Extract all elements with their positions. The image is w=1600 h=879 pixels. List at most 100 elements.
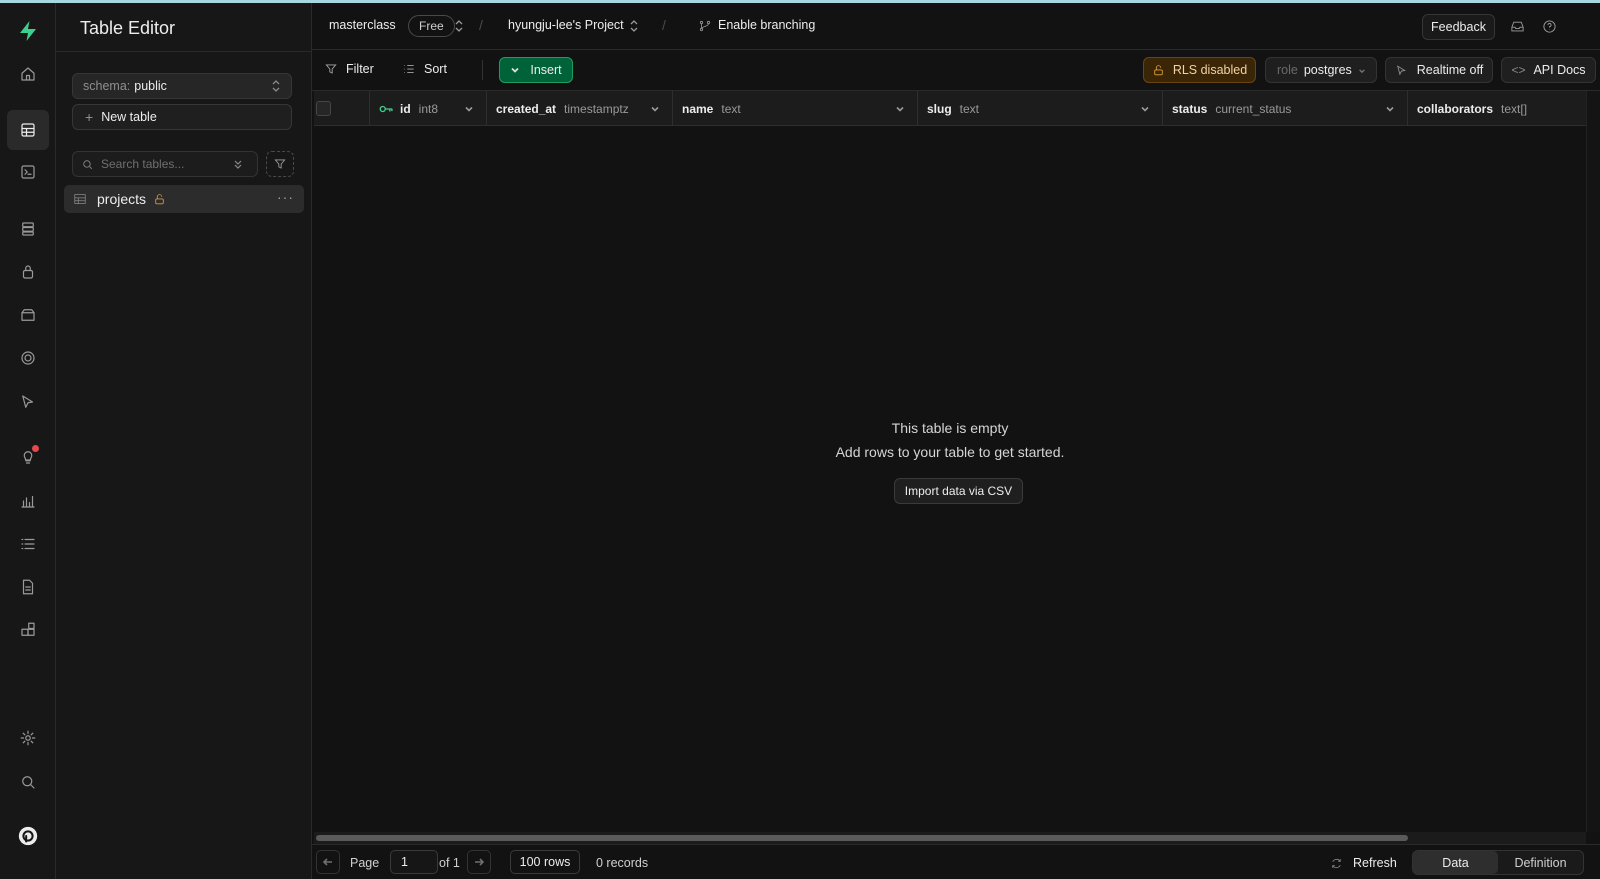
filter-icon [325, 64, 337, 74]
page-total: of 1 [439, 856, 460, 870]
new-table-label: New table [101, 110, 157, 124]
role-value: postgres [1303, 63, 1352, 77]
column-header-slug[interactable]: slug text [918, 91, 1163, 125]
sort-list-icon [404, 65, 414, 73]
import-csv-button[interactable]: Import data via CSV [894, 478, 1023, 504]
select-all-checkbox[interactable] [316, 101, 331, 116]
column-header-created-at[interactable]: created_at timestamptz [487, 91, 673, 125]
top-header: masterclass Free / hyungju-lee's Project… [312, 3, 1600, 50]
column-type: text[] [1501, 101, 1528, 116]
tab-data[interactable]: Data [1413, 851, 1498, 874]
integrations-icon[interactable] [14, 616, 42, 644]
logs-icon[interactable] [14, 530, 42, 558]
vertical-scrollbar[interactable] [1586, 91, 1600, 832]
chevron-down-icon[interactable] [1385, 104, 1395, 114]
help-icon[interactable] [1542, 19, 1557, 34]
next-page-button[interactable] [467, 850, 491, 874]
sort-label: Sort [424, 62, 447, 76]
column-header-collaborators[interactable]: collaborators text[] [1408, 91, 1586, 125]
refresh-button[interactable]: Refresh [1330, 856, 1397, 870]
inbox-icon[interactable] [1510, 19, 1525, 34]
select-all-cell [314, 91, 370, 125]
api-docs-label: API Docs [1533, 63, 1586, 77]
horizontal-scrollbar[interactable] [314, 832, 1586, 844]
unlocked-icon [155, 193, 164, 204]
search-icon [83, 159, 93, 169]
settings-gear-icon[interactable] [14, 724, 42, 752]
chevron-down-icon [511, 67, 519, 73]
role-select[interactable]: role postgres [1265, 57, 1377, 83]
page-number-input[interactable] [390, 850, 438, 874]
primary-key-icon [379, 105, 393, 112]
search-tables-input[interactable]: Search tables... [72, 151, 258, 177]
user-avatar-icon[interactable] [14, 822, 42, 850]
breadcrumb-separator: / [479, 17, 483, 33]
page-title: Table Editor [80, 18, 176, 38]
api-docs-button[interactable]: <> API Docs [1501, 57, 1596, 83]
horizontal-scrollbar-thumb[interactable] [316, 835, 1408, 841]
unlocked-icon [1154, 64, 1163, 75]
breadcrumb-project[interactable]: hyungju-lee's Project [508, 18, 624, 32]
table-icon [74, 193, 86, 205]
sql-editor-icon[interactable] [14, 158, 42, 186]
chevron-down-icon[interactable] [895, 104, 905, 114]
schema-label: schema: [83, 79, 131, 93]
record-count: 0 records [596, 856, 649, 870]
chevron-down-icon[interactable] [464, 104, 474, 114]
column-name: collaborators [1417, 101, 1494, 116]
project-switcher-icon[interactable] [629, 19, 639, 33]
realtime-toggle-button[interactable]: Realtime off [1385, 57, 1493, 83]
chevron-down-icon[interactable] [1140, 104, 1150, 114]
schema-value: public [134, 79, 167, 93]
view-switcher: Data Definition [1412, 850, 1584, 875]
column-header-name[interactable]: name text [673, 91, 918, 125]
sidebar-item-projects[interactable]: projects ··· [64, 185, 304, 213]
database-icon[interactable] [14, 215, 42, 243]
previous-page-button[interactable] [316, 850, 340, 874]
enable-branching-button[interactable]: Enable branching [718, 18, 815, 32]
column-type: current_status [1215, 101, 1292, 116]
tab-definition[interactable]: Definition [1498, 851, 1583, 874]
table-name: projects [97, 191, 147, 207]
filter-tables-button[interactable] [266, 151, 294, 177]
search-icon[interactable] [14, 768, 42, 796]
schema-select[interactable]: schema: public [72, 73, 292, 99]
supabase-logo-icon[interactable] [14, 17, 42, 45]
insert-button[interactable]: Insert [499, 57, 573, 83]
edge-functions-icon[interactable] [14, 388, 42, 416]
storage-icon[interactable] [14, 301, 42, 329]
breadcrumb-org[interactable]: masterclass [329, 18, 396, 32]
plus-icon: + [85, 109, 94, 125]
sort-button[interactable]: Sort [402, 62, 447, 76]
rows-per-page-select[interactable]: 100 rows [510, 850, 580, 874]
column-type: int8 [418, 101, 439, 116]
new-table-button[interactable]: + New table [72, 104, 292, 130]
arrow-left-icon [322, 858, 332, 866]
table-editor-icon[interactable] [7, 110, 49, 150]
filter-button[interactable]: Filter [324, 62, 374, 76]
feedback-button[interactable]: Feedback [1422, 14, 1495, 40]
git-branch-icon [699, 20, 711, 32]
column-header-id[interactable]: id int8 [370, 91, 487, 125]
org-switcher-icon[interactable] [454, 19, 464, 33]
rls-disabled-button[interactable]: RLS disabled [1143, 57, 1256, 83]
insert-label: Insert [530, 63, 562, 77]
more-options-icon[interactable]: ··· [277, 189, 294, 205]
chevron-down-icon[interactable] [650, 104, 660, 114]
grid-body: This table is empty Add rows to your tab… [314, 126, 1586, 832]
empty-state-title: This table is empty [891, 420, 1009, 436]
realtime-label: Realtime off [1416, 63, 1484, 77]
notification-dot [32, 445, 39, 452]
divider [482, 60, 483, 80]
home-icon[interactable] [14, 60, 42, 88]
realtime-icon[interactable] [14, 344, 42, 372]
advisors-lightbulb-icon[interactable] [14, 443, 42, 471]
chevron-up-down-icon [272, 80, 280, 92]
divider [56, 51, 312, 52]
authentication-icon[interactable] [14, 258, 42, 286]
column-header-status[interactable]: status current_status [1163, 91, 1408, 125]
reports-icon[interactable] [14, 487, 42, 515]
api-docs-icon[interactable] [14, 573, 42, 601]
filter-icon [274, 159, 286, 169]
empty-state-subtitle: Add rows to your table to get started. [835, 444, 1065, 460]
